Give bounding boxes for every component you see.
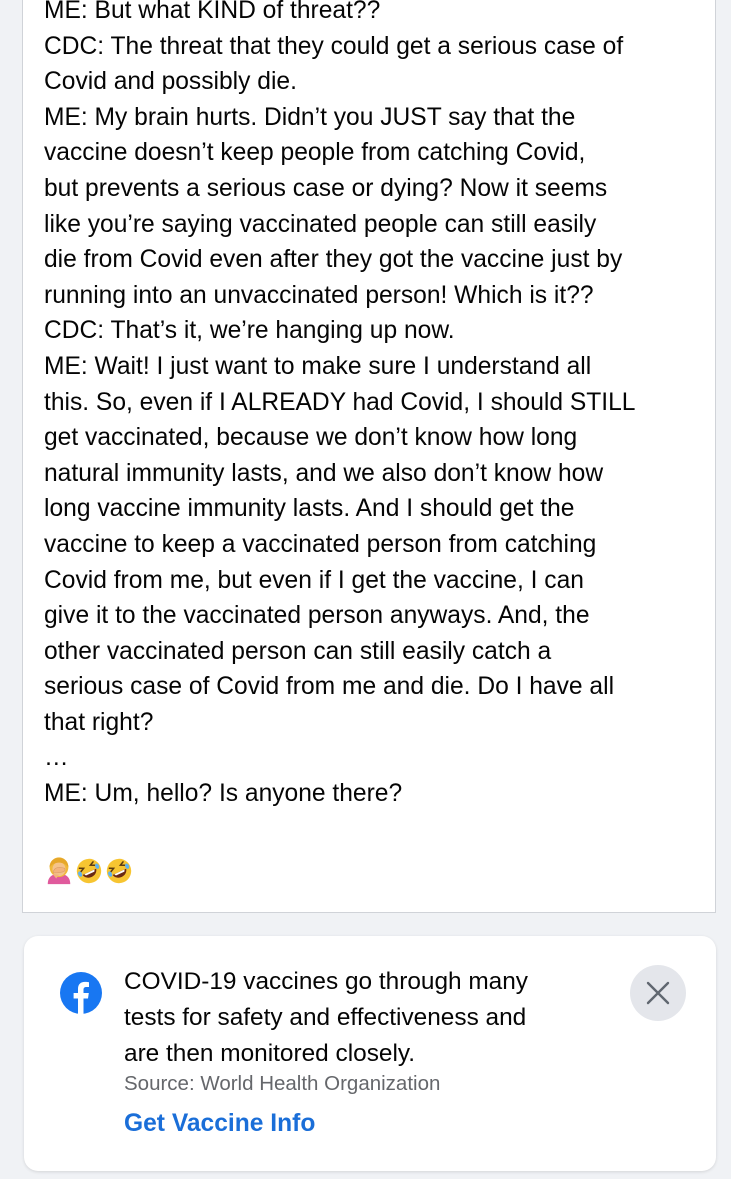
post-body: ME: But what KIND of threat?? CDC: The t… [44,0,714,812]
post-line: other vaccinated person can still easily… [44,637,552,665]
post-line: … [44,744,69,772]
post-line: ME: My brain hurts. Didn’t you JUST say … [44,103,576,131]
post-line: vaccine to keep a vaccinated person from… [44,530,597,558]
info-message: COVID-19 vaccines go through many tests … [124,964,604,1072]
post-line: ME: Um, hello? Is anyone there? [44,780,403,808]
post-line: natural immunity lasts, and we also don’… [44,459,604,487]
post-line: Covid from me, but even if I get the vac… [44,566,584,594]
post-line: get vaccinated, because we don’t know ho… [44,424,578,452]
get-vaccine-info-link[interactable]: Get Vaccine Info [124,1110,315,1138]
close-icon [646,981,670,1005]
post-line: CDC: The threat that they could get a se… [44,32,624,60]
covid-info-card: COVID-19 vaccines go through many tests … [24,936,716,1171]
post-line: like you’re saying vaccinated people can… [44,210,597,238]
info-message-line: tests for safety and effectiveness and [124,1004,527,1031]
emoji-row [44,853,134,889]
info-message-line: COVID-19 vaccines go through many [124,968,528,995]
post-line: this. So, even if I ALREADY had Covid, I… [44,388,636,416]
facebook-logo-icon [60,972,102,1014]
post-line: long vaccine immunity lasts. And I shoul… [44,495,575,523]
post-line: that right? [44,708,154,736]
rolling-on-floor-laughing-icon [76,858,102,884]
woman-facepalming-icon [47,857,71,885]
post-line: CDC: That’s it, we’re hanging up now. [44,317,455,345]
rolling-on-floor-laughing-icon [106,858,132,884]
post-line: but prevents a serious case or dying? No… [44,174,608,202]
post-line: ME: But what KIND of threat?? [44,0,381,24]
info-source: Source: World Health Organization [124,1072,441,1095]
post-line: give it to the vaccinated person anyways… [44,602,590,630]
post-line: ME: Wait! I just want to make sure I und… [44,352,592,380]
post-line: serious case of Covid from me and die. D… [44,673,615,701]
post-card: ME: But what KIND of threat?? CDC: The t… [22,0,716,913]
post-line: die from Covid even after they got the v… [44,246,623,274]
post-line: running into an unvaccinated person! Whi… [44,281,594,309]
post-line: Covid and possibly die. [44,68,297,96]
close-button[interactable] [630,965,686,1021]
info-message-line: are then monitored closely. [124,1040,416,1067]
post-line: vaccine doesn’t keep people from catchin… [44,139,586,167]
